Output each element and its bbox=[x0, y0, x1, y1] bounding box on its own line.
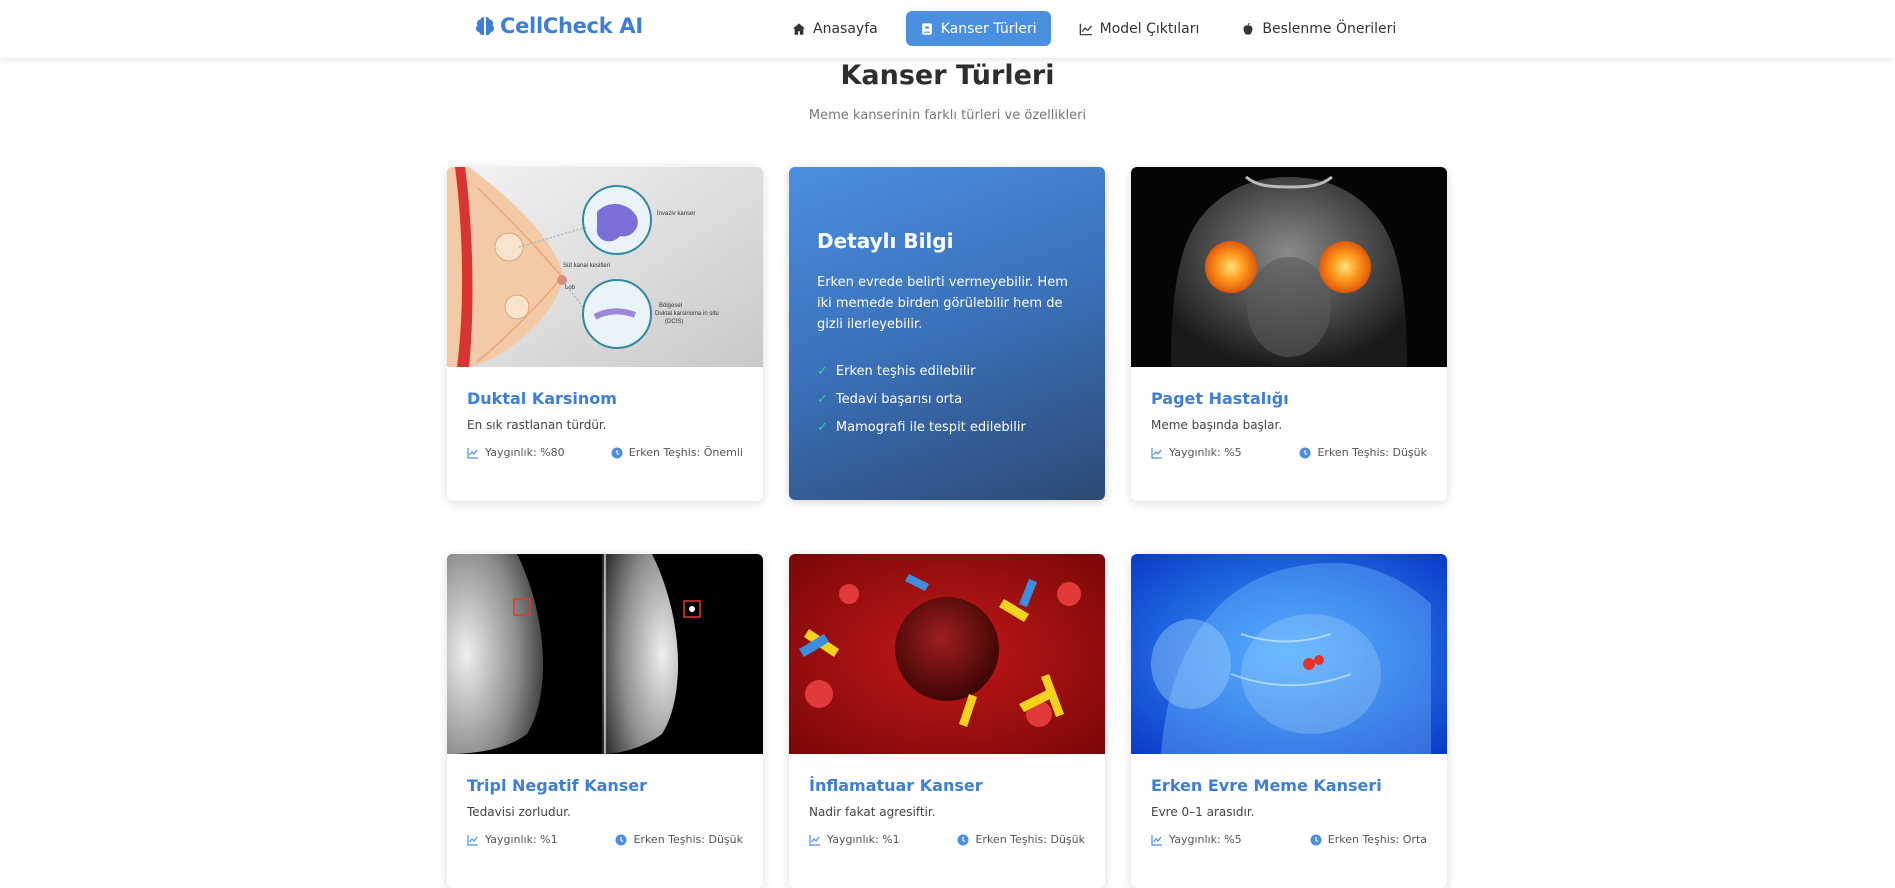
clock-icon bbox=[615, 834, 627, 845]
early-diagnosis-text: Erken Teşhis: Önemli bbox=[628, 446, 743, 459]
nav-model-outputs[interactable]: Model Çıktıları bbox=[1065, 11, 1214, 46]
info-list-item-label: Erken teşhis edilebilir bbox=[835, 363, 976, 379]
card-title: Tripl Negatif Kanser bbox=[467, 776, 648, 795]
check-icon: ✓ bbox=[817, 391, 828, 407]
card-image-xray-torso bbox=[1131, 167, 1447, 367]
info-card: Detaylı Bilgi Erken evrede belirti verme… bbox=[789, 167, 1105, 500]
brand-name: CellCheck AI bbox=[500, 14, 643, 38]
info-list-item-label: Tedavi başarısı orta bbox=[835, 391, 963, 407]
early-diagnosis-stat: Erken Teşhis: Düşük bbox=[1299, 446, 1427, 459]
early-diagnosis-text: Erken Teşhis: Orta bbox=[1327, 833, 1427, 846]
page-subtitle: Meme kanserinin farklı türleri ve özelli… bbox=[808, 108, 1087, 123]
navbar: CellCheck AI Anasayfa Kanser Türleri Mod… bbox=[0, 0, 1895, 58]
info-list: ✓ Erken teşhis edilebilir ✓ Tedavi başarıs… bbox=[817, 357, 1026, 441]
card-title: Erken Evre Meme Kanseri bbox=[1151, 776, 1382, 795]
card-meta: Yaygınlık: %5 Erken Teşhis: Düşük bbox=[1151, 446, 1427, 459]
card-image-cancer-cell bbox=[789, 554, 1105, 754]
early-diagnosis-stat: Erken Teşhis: Orta bbox=[1310, 833, 1427, 846]
brain-icon bbox=[476, 17, 494, 35]
prevalence-text: Yaygınlık: %1 bbox=[485, 833, 558, 846]
prevalence-stat: Yaygınlık: %80 bbox=[467, 446, 565, 459]
clock-icon bbox=[1310, 834, 1322, 845]
line-chart-icon bbox=[467, 834, 478, 846]
cancer-card-triple-negative[interactable]: Tripl Negatif Kanser Tedavisi zorludur. … bbox=[447, 554, 763, 888]
line-chart-icon bbox=[809, 834, 820, 846]
card-title: Paget Hastalığı bbox=[1151, 389, 1289, 408]
line-chart-icon bbox=[1151, 447, 1162, 459]
main-nav: Anasayfa Kanser Türleri Model Çıktıları … bbox=[778, 11, 1410, 46]
nav-cancer-types[interactable]: Kanser Türleri bbox=[905, 11, 1051, 46]
info-list-item-label: Mamografi ile tespit edilebilir bbox=[835, 419, 1026, 435]
nav-home[interactable]: Anasayfa bbox=[778, 11, 892, 46]
card-meta: Yaygınlık: %5 Erken Teşhis: Orta bbox=[1151, 833, 1427, 846]
prevalence-stat: Yaygınlık: %1 bbox=[467, 833, 558, 846]
card-meta: Yaygınlık: %1 Erken Teşhis: Düşük bbox=[809, 833, 1085, 846]
prevalence-text: Yaygınlık: %1 bbox=[827, 833, 900, 846]
svg-text:(DCIS): (DCIS) bbox=[665, 319, 683, 325]
nav-nutrition-label: Beslenme Önerileri bbox=[1262, 20, 1397, 37]
card-desc: Meme başında başlar. bbox=[1151, 418, 1283, 432]
svg-text:Bölgesel: Bölgesel bbox=[659, 303, 682, 309]
early-diagnosis-text: Erken Teşhis: Düşük bbox=[1317, 446, 1427, 459]
early-diagnosis-text: Erken Teşhis: Düşük bbox=[975, 833, 1085, 846]
card-desc: Tedavisi zorludur. bbox=[467, 805, 571, 819]
card-title: İnflamatuar Kanser bbox=[809, 776, 983, 795]
card-meta: Yaygınlık: %80 Erken Teşhis: Önemli bbox=[467, 446, 743, 459]
apple-icon bbox=[1243, 22, 1253, 35]
card-image-blue-anatomy bbox=[1131, 554, 1447, 754]
brand-logo[interactable]: CellCheck AI bbox=[473, 14, 643, 38]
nav-home-label: Anasayfa bbox=[813, 20, 878, 37]
nav-nutrition[interactable]: Beslenme Önerileri bbox=[1227, 11, 1410, 46]
nav-model-outputs-label: Model Çıktıları bbox=[1099, 20, 1200, 37]
early-diagnosis-stat: Erken Teşhis: Düşük bbox=[615, 833, 743, 846]
cancer-card-ductal[interactable]: İnvaziv kanser Süt kanal kesitleri Lob B… bbox=[447, 167, 763, 501]
svg-text:İnvaziv kanser: İnvaziv kanser bbox=[657, 210, 695, 217]
cancer-card-early-stage[interactable]: Erken Evre Meme Kanseri Evre 0–1 arasıdı… bbox=[1131, 554, 1447, 888]
home-icon bbox=[792, 22, 806, 35]
info-list-item: ✓ Mamografi ile tespit edilebilir bbox=[817, 413, 1026, 441]
svg-text:Lob: Lob bbox=[565, 285, 576, 291]
card-meta: Yaygınlık: %1 Erken Teşhis: Düşük bbox=[467, 833, 743, 846]
prevalence-stat: Yaygınlık: %5 bbox=[1151, 446, 1242, 459]
prevalence-text: Yaygınlık: %80 bbox=[485, 446, 565, 459]
prevalence-text: Yaygınlık: %5 bbox=[1169, 446, 1242, 459]
early-diagnosis-text: Erken Teşhis: Düşük bbox=[633, 833, 743, 846]
info-text: Erken evrede belirti vermeyebilir. Hem i… bbox=[817, 275, 1068, 332]
card-image-breast-diagram: İnvaziv kanser Süt kanal kesitleri Lob B… bbox=[447, 167, 763, 367]
clock-icon bbox=[957, 834, 969, 845]
check-icon: ✓ bbox=[817, 419, 828, 435]
card-title: Duktal Karsinom bbox=[467, 389, 617, 408]
early-diagnosis-stat: Erken Teşhis: Önemli bbox=[611, 446, 743, 459]
card-desc: Nadir fakat agresiftir. bbox=[809, 805, 936, 819]
info-title: Detaylı Bilgi bbox=[817, 229, 954, 253]
nav-cancer-types-label: Kanser Türleri bbox=[940, 20, 1037, 37]
svg-text:Süt kanal kesitleri: Süt kanal kesitleri bbox=[563, 263, 610, 269]
clock-icon bbox=[1299, 447, 1311, 458]
early-diagnosis-stat: Erken Teşhis: Düşük bbox=[957, 833, 1085, 846]
line-chart-icon bbox=[1151, 834, 1162, 846]
card-desc: Evre 0–1 arasıdır. bbox=[1151, 805, 1255, 819]
cancer-card-inflammatory[interactable]: İnflamatuar Kanser Nadir fakat agresifti… bbox=[789, 554, 1105, 888]
card-image-mammogram bbox=[447, 554, 763, 754]
info-list-item: ✓ Erken teşhis edilebilir bbox=[817, 357, 1026, 385]
prevalence-stat: Yaygınlık: %1 bbox=[809, 833, 900, 846]
cancer-card-paget[interactable]: Paget Hastalığı Meme başında başlar. Yay… bbox=[1131, 167, 1447, 501]
prevalence-stat: Yaygınlık: %5 bbox=[1151, 833, 1242, 846]
check-icon: ✓ bbox=[817, 363, 828, 379]
info-list-item: ✓ Tedavi başarısı orta bbox=[817, 385, 1026, 413]
page-title: Kanser Türleri bbox=[840, 60, 1055, 91]
prevalence-text: Yaygınlık: %5 bbox=[1169, 833, 1242, 846]
clock-icon bbox=[611, 447, 623, 458]
card-desc: En sık rastlanan türdür. bbox=[467, 418, 607, 432]
line-chart-icon bbox=[467, 447, 478, 459]
svg-text:Duktal karsinoma in situ: Duktal karsinoma in situ bbox=[655, 311, 719, 317]
line-chart-icon bbox=[1079, 23, 1092, 35]
book-icon bbox=[921, 22, 932, 35]
